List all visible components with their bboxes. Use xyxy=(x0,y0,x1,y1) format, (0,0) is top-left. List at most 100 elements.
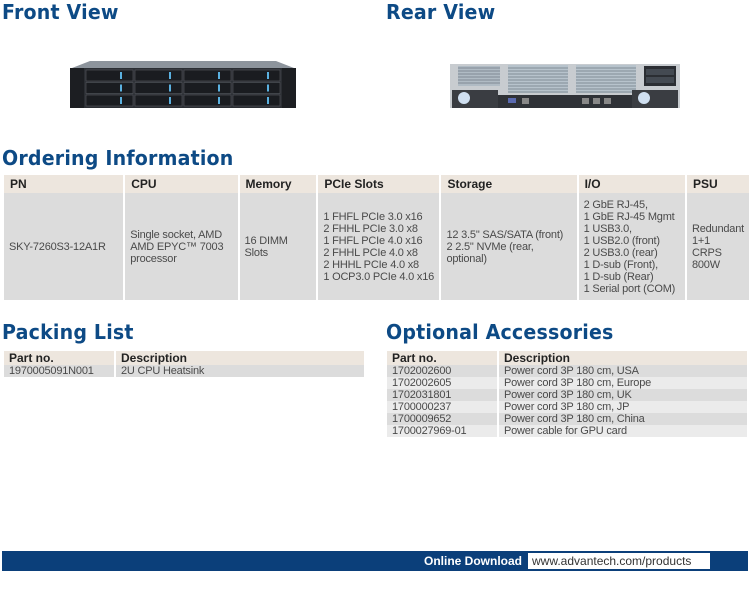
front-view-heading: Front View xyxy=(2,0,119,24)
cell-line: 12 3.5" SAS/SATA (front) xyxy=(446,228,564,241)
cell-description: Power cable for GPU card xyxy=(497,425,747,437)
cell-part-no: 1702002605 xyxy=(387,377,498,389)
drive-bay xyxy=(232,82,281,94)
header-pn: PN xyxy=(4,175,125,193)
accessories-body: 1702002600 Power cord 3P 180 cm, USA 17020… xyxy=(387,365,747,437)
cell-description: Power cord 3P 180 cm, JP xyxy=(497,401,747,413)
drive-latch xyxy=(267,72,269,79)
cell-line: 2 USB3.0 (rear) xyxy=(583,246,658,259)
cell-part-no: 1702031801 xyxy=(387,389,498,401)
cell-io: 2 GbE RJ-45, 1 GbE RJ-45 Mgmt 1 USB3.0, 1 U… xyxy=(576,193,686,300)
right-ear xyxy=(282,68,296,108)
drive-bay xyxy=(232,94,281,107)
rear-view-heading: Rear View xyxy=(386,0,496,24)
drive-latch xyxy=(120,84,122,92)
cell-line: 2 FHHL PCIe 3.0 x8 xyxy=(323,222,418,235)
packing-table: Part no. Description 1970005091N001 2U CP… xyxy=(4,351,364,377)
header-io: I/O xyxy=(576,175,686,193)
header-part-no: Part no. xyxy=(387,351,498,365)
drive-bay xyxy=(232,69,281,82)
left-ear xyxy=(70,68,84,108)
cell-cpu: Single socket, AMD AMD EPYC™ 7003 processo… xyxy=(123,193,239,300)
cell-storage: 12 3.5" SAS/SATA (front) 2 2.5" NVMe (rea… xyxy=(439,193,578,300)
drive-latch xyxy=(267,84,269,92)
drive-bay xyxy=(183,82,232,94)
cell-line: 1 USB3.0, xyxy=(583,222,633,235)
drive-bay xyxy=(85,69,134,82)
cell-line: 1 Serial port (COM) xyxy=(583,282,676,295)
ordering-heading: Ordering Information xyxy=(2,146,234,170)
front-view-image xyxy=(70,61,296,108)
accessories-table: Part no. Description 1702002600 Power cor… xyxy=(387,351,747,437)
drive-bay xyxy=(134,69,183,82)
online-download-label: Online Download xyxy=(424,554,522,568)
cell-memory: 16 DIMM Slots xyxy=(237,193,318,300)
header-cpu: CPU xyxy=(123,175,239,193)
accessories-heading: Optional Accessories xyxy=(386,320,614,344)
cell-line: 1 D-sub (Rear) xyxy=(583,270,654,283)
cell-pcie: 1 FHFL PCIe 3.0 x16 2 FHHL PCIe 3.0 x8 1 F… xyxy=(316,193,441,300)
table-row: 1970005091N001 2U CPU Heatsink xyxy=(4,365,364,377)
header-storage: Storage xyxy=(439,175,578,193)
table-row: SKY-7260S3-12A1R Single socket, AMD AMD E… xyxy=(4,193,749,300)
table-row: 1702002605 Power cord 3P 180 cm, Europe xyxy=(387,377,747,389)
accessories-header-row: Part no. Description xyxy=(387,351,747,365)
cell-part-no: 1702002600 xyxy=(387,365,498,377)
cell-part-no: 1700009652 xyxy=(387,413,498,425)
drive-bay xyxy=(183,69,232,82)
table-row: 1700009652 Power cord 3P 180 cm, China xyxy=(387,413,747,425)
drive-latch xyxy=(218,72,220,79)
drive-latch xyxy=(120,97,122,104)
cell-line: 2 2.5" NVMe (rear, optional) xyxy=(446,240,534,265)
cell-description: Power cord 3P 180 cm, UK xyxy=(497,389,747,401)
cell-line: 1 OCP3.0 PCIe 4.0 x16 xyxy=(323,270,435,283)
footer-bar: Online Download www.advantech.com/produc… xyxy=(2,551,748,571)
cell-part-no: 1970005091N001 xyxy=(4,365,115,377)
table-row: 1700000237 Power cord 3P 180 cm, JP xyxy=(387,401,747,413)
cell-line: processor xyxy=(130,252,177,265)
cell-line: 1 FHFL PCIe 4.0 x16 xyxy=(323,234,423,247)
drive-latch xyxy=(169,84,171,92)
table-row: 1702031801 Power cord 3P 180 cm, UK xyxy=(387,389,747,401)
chassis-top xyxy=(72,61,294,68)
cell-line: 2 HHHL PCIe 4.0 x8 xyxy=(323,258,419,271)
packing-body: 1970005091N001 2U CPU Heatsink xyxy=(4,365,364,377)
cell-line: Single socket, AMD xyxy=(130,228,222,241)
drive-latch xyxy=(169,97,171,104)
packing-header-row: Part no. Description xyxy=(4,351,364,365)
header-description: Description xyxy=(114,351,364,365)
cell-line: 2 GbE RJ-45, xyxy=(583,198,648,211)
drive-bay xyxy=(85,82,134,94)
drive-latch xyxy=(267,97,269,104)
header-memory: Memory xyxy=(237,175,318,193)
cell-psu: Redundant 1+1 CRPS 800W xyxy=(684,193,749,300)
cell-line: Redundant 1+1 xyxy=(691,222,744,247)
drive-latch xyxy=(169,72,171,79)
header-pcie: PCIe Slots xyxy=(316,175,441,193)
cell-line: 1 FHFL PCIe 3.0 x16 xyxy=(323,210,423,223)
cell-line: 1 USB2.0 (front) xyxy=(583,234,660,247)
drive-bay xyxy=(134,82,183,94)
header-part-no: Part no. xyxy=(4,351,115,365)
ordering-table: PN CPU Memory PCIe Slots Storage I/O PSU… xyxy=(4,175,749,300)
drive-latch xyxy=(120,72,122,79)
cell-line: 2 FHHL PCIe 4.0 x8 xyxy=(323,246,418,259)
cell-pn: SKY-7260S3-12A1R xyxy=(4,193,125,300)
io-panel xyxy=(498,95,632,108)
drive-latch xyxy=(218,84,220,92)
ordering-header-row: PN CPU Memory PCIe Slots Storage I/O PSU xyxy=(4,175,749,193)
cell-part-no: 1700027969-01 xyxy=(387,425,498,437)
drive-bay xyxy=(134,94,183,107)
header-description: Description xyxy=(497,351,747,365)
cell-description: 2U CPU Heatsink xyxy=(114,365,364,377)
cell-description: Power cord 3P 180 cm, USA xyxy=(497,365,747,377)
drive-bay xyxy=(85,94,134,107)
cell-description: Power cord 3P 180 cm, Europe xyxy=(497,377,747,389)
drive-bay xyxy=(183,94,232,107)
cell-line: AMD EPYC™ 7003 xyxy=(130,240,224,253)
download-url-link[interactable]: www.advantech.com/products xyxy=(528,553,710,569)
rear-view-image xyxy=(450,64,680,108)
cell-line: CRPS 800W xyxy=(691,246,722,271)
cell-part-no: 1700000237 xyxy=(387,401,498,413)
drive-latch xyxy=(218,97,220,104)
